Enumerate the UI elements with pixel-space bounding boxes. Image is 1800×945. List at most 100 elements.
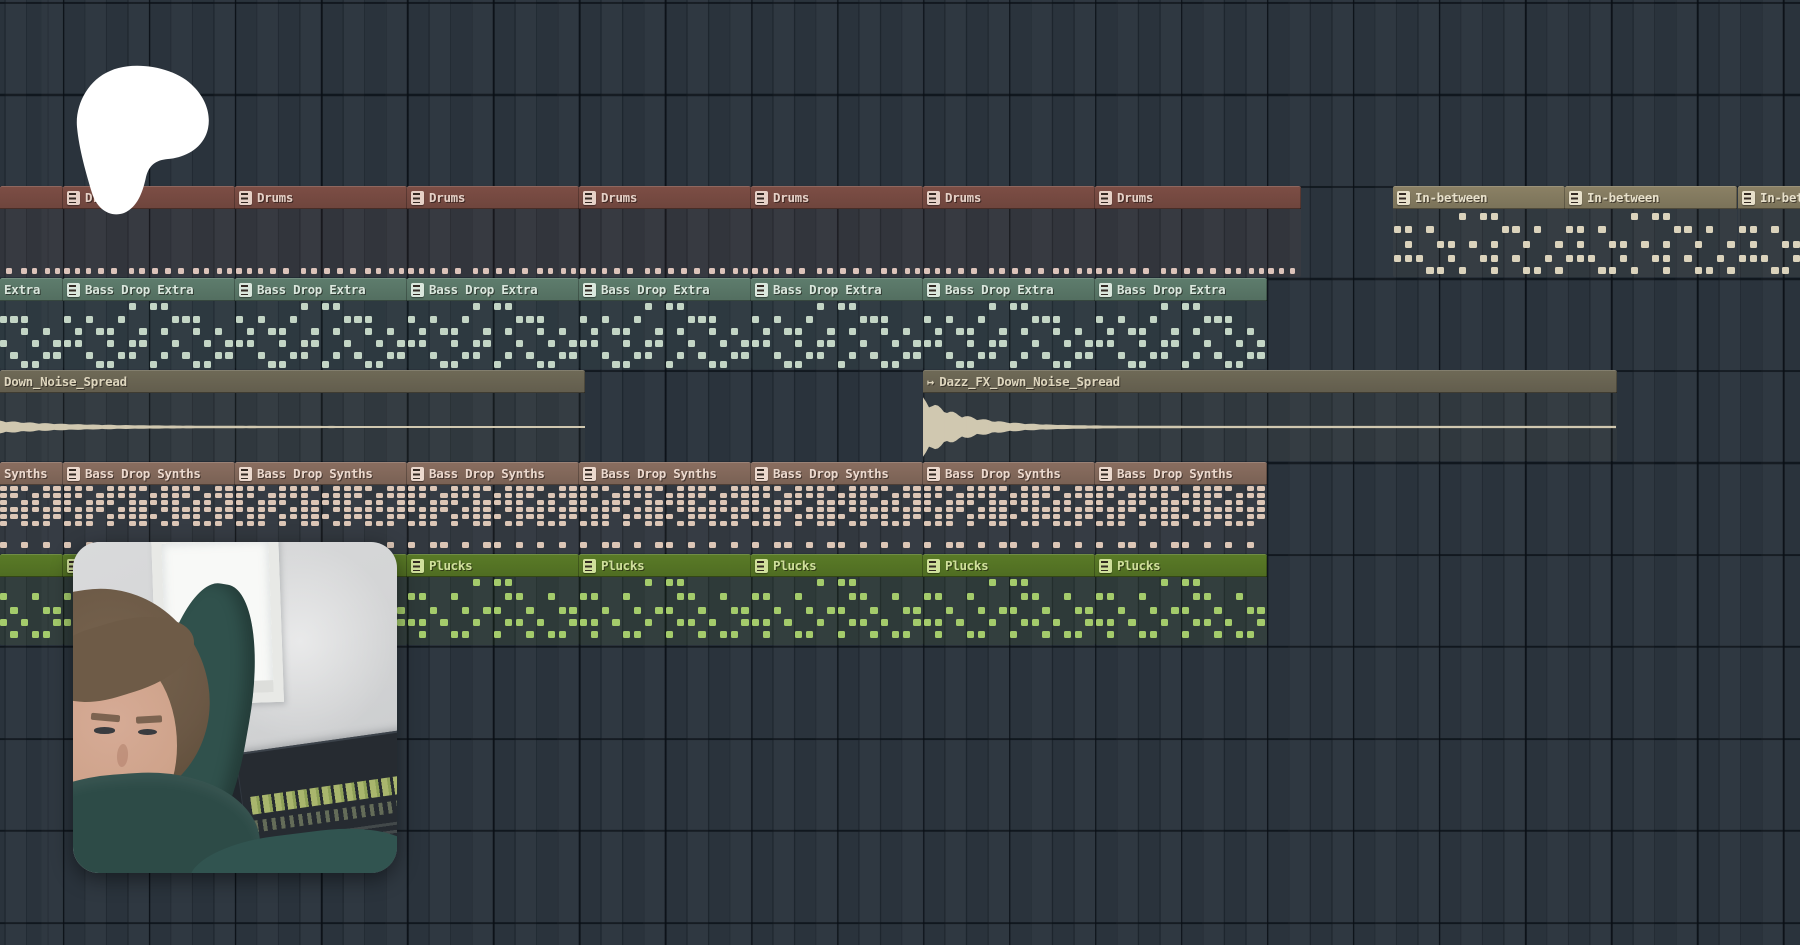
pattern-clip-drums[interactable]: Drums (1095, 186, 1301, 277)
clip-header[interactable]: Drums (1095, 186, 1301, 209)
playlist-grid[interactable]: DrumsDrumsDrumsDrumsDrumsDrumsDrumsIn-be… (0, 0, 1800, 945)
clip-header[interactable]: Bass Drop Synths (235, 462, 407, 485)
note-dash (838, 631, 845, 638)
pattern-clip-plucks[interactable]: Plucks (923, 554, 1095, 645)
clip-header[interactable]: Extra (0, 278, 63, 301)
pattern-clip-extra[interactable]: Bass Drop Extra (1095, 278, 1267, 369)
pattern-clip-extra[interactable]: Bass Drop Extra (923, 278, 1095, 369)
clip-header[interactable]: Bass Drop Synths (751, 462, 923, 485)
clip-header[interactable]: Drums (751, 186, 923, 209)
clip-header[interactable]: Plucks (407, 554, 579, 577)
clip-header[interactable]: Drums (407, 186, 579, 209)
note-dash (870, 607, 877, 614)
pattern-clip-inbetween[interactable]: In-between (1565, 186, 1737, 277)
note-dash (720, 340, 727, 347)
note-dash (666, 500, 673, 505)
clip-header[interactable]: Bass Drop Synths (579, 462, 751, 485)
note-dash (580, 507, 587, 512)
pattern-clip-drums[interactable]: Drums (579, 186, 751, 277)
pattern-clip-synths[interactable]: Bass Drop Synths (1095, 462, 1267, 553)
note-dash (408, 507, 415, 512)
clip-body (1095, 485, 1267, 553)
clip-header[interactable]: Bass Drop Extra (1095, 278, 1267, 301)
pattern-clip-synths[interactable]: Bass Drop Synths (63, 462, 235, 553)
note-dash (881, 486, 888, 491)
clip-header[interactable]: Plucks (923, 554, 1095, 577)
pattern-clip-plucks[interactable] (0, 554, 63, 645)
note-dash (548, 593, 555, 600)
pattern-clip-extra[interactable]: Bass Drop Extra (235, 278, 407, 369)
pattern-clip-synths[interactable]: Bass Drop Synths (751, 462, 923, 553)
clip-header[interactable]: Drums (923, 186, 1095, 209)
clip-header[interactable]: In-between (1565, 186, 1737, 209)
pattern-clip-extra[interactable]: Bass Drop Extra (579, 278, 751, 369)
note-dash (892, 500, 899, 505)
note-dash (1139, 521, 1146, 526)
pattern-clip-drums[interactable]: Drums (923, 186, 1095, 277)
pattern-clip-synths[interactable]: Bass Drop Synths (407, 462, 579, 553)
clip-header[interactable] (0, 554, 63, 577)
clip-header[interactable]: Bass Drop Synths (923, 462, 1095, 485)
clip-header[interactable]: Bass Drop Synths (63, 462, 235, 485)
clip-header[interactable]: In-between (1393, 186, 1565, 209)
note-dash (1096, 486, 1103, 491)
note-dash (688, 340, 695, 347)
pattern-clip-extra[interactable]: Extra (0, 278, 63, 369)
note-dash (1437, 241, 1444, 248)
pattern-clip-drums[interactable]: Drums (751, 186, 923, 277)
audio-clip-audio[interactable]: ↦Dazz_FX_Down_Noise_Spread (923, 370, 1617, 461)
pattern-clip-synths[interactable]: Bass Drop Synths (579, 462, 751, 553)
clip-header[interactable]: Drums (235, 186, 407, 209)
note-dash (999, 328, 1006, 335)
clip-header[interactable]: Plucks (751, 554, 923, 577)
audio-clip-audio[interactable]: Down_Noise_Spread (0, 370, 585, 461)
note-dash (96, 507, 103, 512)
pattern-clip-extra[interactable]: Bass Drop Extra (407, 278, 579, 369)
note-dash (989, 340, 996, 347)
pattern-clip-extra[interactable]: Bass Drop Extra (63, 278, 235, 369)
note-dash (892, 631, 899, 638)
note-dash (1782, 241, 1789, 248)
pattern-clip-plucks[interactable]: Plucks (407, 554, 579, 645)
note-dash (1161, 352, 1168, 359)
note-dash (21, 619, 28, 626)
clip-header[interactable]: Bass Drop Extra (751, 278, 923, 301)
pattern-clip-plucks[interactable]: Plucks (1095, 554, 1267, 645)
pattern-clip-extra[interactable]: Bass Drop Extra (751, 278, 923, 369)
note-dash (64, 268, 70, 274)
note-dash (96, 361, 103, 368)
pattern-clip-drums[interactable] (0, 186, 63, 277)
clip-header[interactable]: Bass Drop Extra (63, 278, 235, 301)
pattern-clip-synths[interactable]: Synths (0, 462, 63, 553)
note-dash (322, 303, 329, 310)
pattern-clip-synths[interactable]: Bass Drop Synths (235, 462, 407, 553)
note-dash (1247, 486, 1254, 491)
note-dash (1053, 542, 1060, 548)
clip-header[interactable]: In-between (1738, 186, 1800, 209)
note-dash (301, 493, 308, 498)
pattern-clip-inbetween[interactable]: In-between (1393, 186, 1565, 277)
clip-header[interactable] (0, 186, 63, 209)
clip-header[interactable]: Bass Drop Synths (1095, 462, 1267, 485)
pattern-clip-synths[interactable]: Bass Drop Synths (923, 462, 1095, 553)
note-dash (172, 521, 179, 526)
clip-header[interactable]: Down_Noise_Spread (0, 370, 585, 393)
pattern-clip-plucks[interactable]: Plucks (751, 554, 923, 645)
pattern-clip-inbetween[interactable]: In-between (1738, 186, 1800, 277)
clip-header[interactable]: Bass Drop Extra (923, 278, 1095, 301)
clip-header[interactable]: Bass Drop Extra (407, 278, 579, 301)
clip-header[interactable]: Bass Drop Extra (579, 278, 751, 301)
pattern-clip-drums[interactable]: Drums (235, 186, 407, 277)
note-dash (967, 361, 974, 368)
clip-header[interactable]: ↦Dazz_FX_Down_Noise_Spread (923, 370, 1617, 393)
pattern-clip-drums[interactable]: Drums (407, 186, 579, 277)
clip-header[interactable]: Bass Drop Extra (235, 278, 407, 301)
note-dash (935, 493, 942, 498)
pattern-clip-plucks[interactable]: Plucks (579, 554, 751, 645)
note-dash (849, 507, 856, 512)
clip-header[interactable]: Plucks (1095, 554, 1267, 577)
clip-header[interactable]: Drums (579, 186, 751, 209)
clip-header[interactable]: Plucks (579, 554, 751, 577)
clip-header[interactable]: Synths (0, 462, 63, 485)
clip-header[interactable]: Bass Drop Synths (407, 462, 579, 485)
